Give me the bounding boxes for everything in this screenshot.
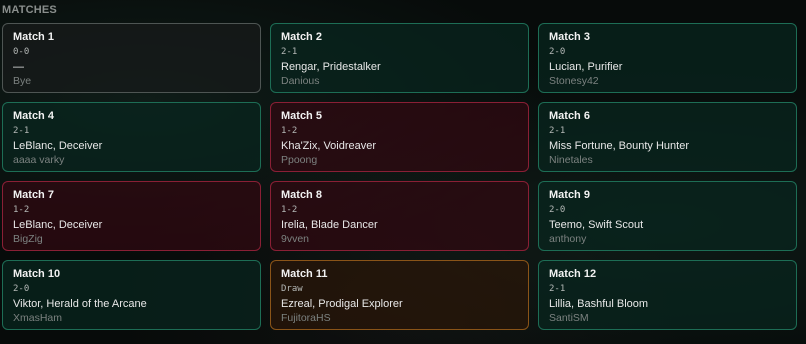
match-champion: — xyxy=(13,61,24,73)
match-score: 2-1 xyxy=(281,47,298,57)
match-title: Match 1 xyxy=(13,31,54,43)
match-card[interactable]: Match 6 2-1 Miss Fortune, Bounty Hunter … xyxy=(538,102,797,172)
match-opponent: Danious xyxy=(281,75,320,87)
match-score: Draw xyxy=(281,284,303,294)
match-title: Match 5 xyxy=(281,110,322,122)
match-score: 1-2 xyxy=(281,205,298,215)
match-score: 1-2 xyxy=(13,205,30,215)
match-card[interactable]: Match 4 2-1 LeBlanc, Deceiver aaaa varky xyxy=(2,102,261,172)
match-champion: Lillia, Bashful Bloom xyxy=(549,298,649,310)
match-score: 2-1 xyxy=(549,126,566,136)
match-opponent: XmasHam xyxy=(13,312,63,324)
match-opponent: Ppoong xyxy=(281,154,318,166)
match-card[interactable]: Match 1 0-0 — Bye xyxy=(2,23,261,93)
match-card[interactable]: Match 3 2-0 Lucian, Purifier Stonesy42 xyxy=(538,23,797,93)
match-title: Match 7 xyxy=(13,189,54,201)
match-champion: Teemo, Swift Scout xyxy=(549,219,644,231)
match-score: 2-1 xyxy=(549,284,566,294)
match-card[interactable]: Match 9 2-0 Teemo, Swift Scout anthony xyxy=(538,181,797,251)
match-score: 2-0 xyxy=(549,205,566,215)
match-champion: Lucian, Purifier xyxy=(549,61,623,73)
match-title: Match 10 xyxy=(13,268,61,280)
match-champion: Ezreal, Prodigal Explorer xyxy=(281,298,403,310)
match-champion: Viktor, Herald of the Arcane xyxy=(13,298,147,310)
match-title: Match 6 xyxy=(549,110,590,122)
match-card[interactable]: Match 12 2-1 Lillia, Bashful Bloom Santi… xyxy=(538,260,797,330)
match-champion: Kha'Zix, Voidreaver xyxy=(281,140,377,152)
match-champion: Irelia, Blade Dancer xyxy=(281,219,378,231)
match-opponent: aaaa varky xyxy=(13,154,65,166)
match-title: Match 12 xyxy=(549,268,597,280)
match-champion: Rengar, Pridestalker xyxy=(281,61,381,73)
match-champion: LeBlanc, Deceiver xyxy=(13,219,103,231)
match-opponent: anthony xyxy=(549,233,587,245)
match-champion: LeBlanc, Deceiver xyxy=(13,140,103,152)
match-opponent: 9vven xyxy=(281,233,310,245)
section-title: MATCHES xyxy=(2,4,57,16)
match-score: 1-2 xyxy=(281,126,298,136)
match-title: Match 4 xyxy=(13,110,54,122)
match-card[interactable]: Match 7 1-2 LeBlanc, Deceiver BigZig xyxy=(2,181,261,251)
match-title: Match 3 xyxy=(549,31,590,43)
match-opponent: BigZig xyxy=(13,233,43,245)
match-card[interactable]: Match 2 2-1 Rengar, Pridestalker Danious xyxy=(270,23,529,93)
match-title: Match 2 xyxy=(281,31,322,43)
match-card[interactable]: Match 11 Draw Ezreal, Prodigal Explorer … xyxy=(270,260,529,330)
match-champion: Miss Fortune, Bounty Hunter xyxy=(549,140,690,152)
match-card[interactable]: Match 10 2-0 Viktor, Herald of the Arcan… xyxy=(2,260,261,330)
match-card[interactable]: Match 5 1-2 Kha'Zix, Voidreaver Ppoong xyxy=(270,102,529,172)
match-opponent: FujitoraHS xyxy=(281,312,331,324)
match-score: 2-0 xyxy=(549,47,566,57)
match-score: 0-0 xyxy=(13,47,30,57)
match-score: 2-1 xyxy=(13,126,30,136)
match-opponent: SantiSM xyxy=(549,312,589,324)
match-title: Match 9 xyxy=(549,189,590,201)
match-opponent: Stonesy42 xyxy=(549,75,599,87)
matches-grid: Match 1 0-0 — Bye Match 2 2-1 Rengar, Pr… xyxy=(2,23,797,330)
match-score: 2-0 xyxy=(13,284,30,294)
match-opponent: Ninetales xyxy=(549,154,593,166)
match-title: Match 11 xyxy=(281,268,328,280)
match-card[interactable]: Match 8 1-2 Irelia, Blade Dancer 9vven xyxy=(270,181,529,251)
match-opponent: Bye xyxy=(13,75,32,87)
match-title: Match 8 xyxy=(281,189,322,201)
